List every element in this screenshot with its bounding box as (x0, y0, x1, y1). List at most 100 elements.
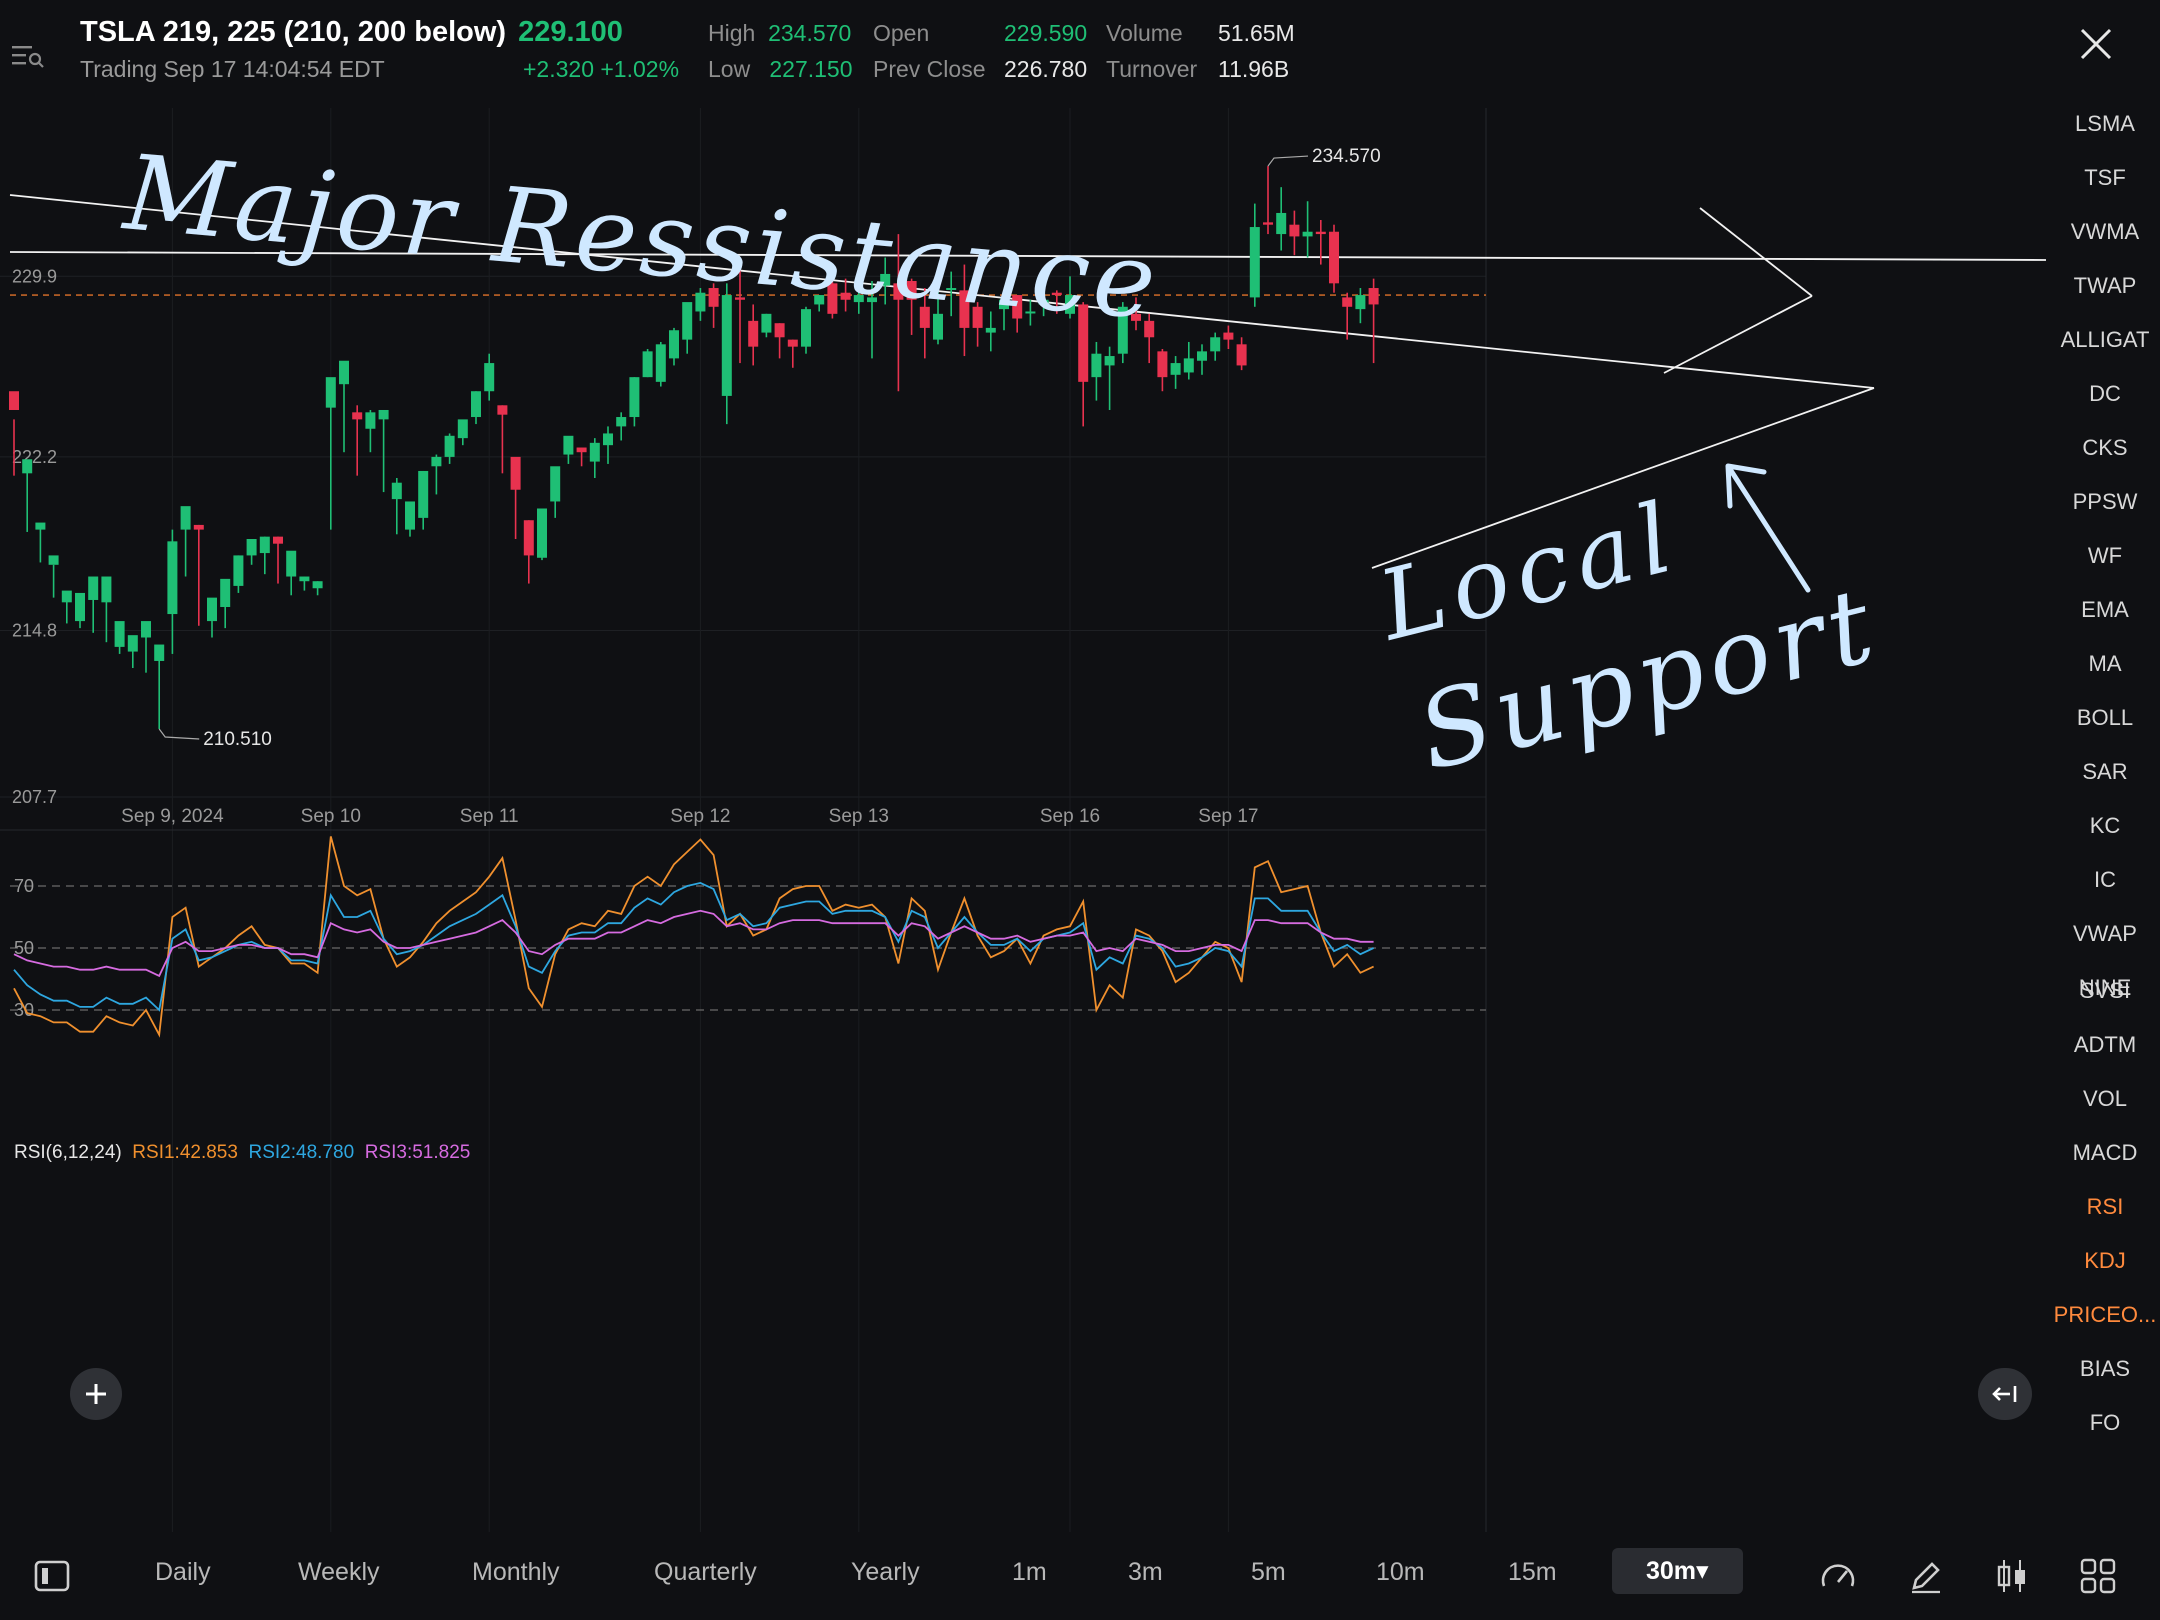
candle-body (1355, 295, 1366, 310)
candle (1157, 349, 1168, 392)
candle-body (1315, 231, 1326, 235)
candle (405, 501, 415, 537)
candle (431, 454, 442, 495)
candle-body (1276, 212, 1287, 235)
candle-body (1091, 353, 1102, 378)
indicator-sar[interactable]: SAR (2050, 759, 2160, 785)
indicator-rsi[interactable]: RSI (2050, 1194, 2160, 1220)
indicator-cks[interactable]: CKS (2050, 435, 2160, 461)
indicator-ema[interactable]: EMA (2050, 597, 2160, 623)
rsi-series-line-rsi2 (13, 881, 1374, 1012)
timeframe-30m[interactable]: 30m▾ (1612, 1548, 1743, 1594)
candle-body (114, 621, 125, 647)
price-tick-label: 222.2 (12, 447, 57, 467)
indicator-kdj[interactable]: KDJ (2050, 1248, 2160, 1274)
candle-body (418, 470, 429, 518)
candle (22, 459, 33, 532)
candle-body (431, 456, 442, 467)
indicator-lsma[interactable]: LSMA (2050, 111, 2160, 137)
timeframe-15m[interactable]: 15m (1508, 1558, 1557, 1587)
indicator-vwma[interactable]: VWMA (2050, 219, 2160, 245)
timeframe-yearly[interactable]: Yearly (851, 1558, 920, 1587)
candle (1329, 224, 1339, 293)
indicator-priceo[interactable]: PRICEO... (2050, 1302, 2160, 1328)
candle (642, 349, 653, 378)
candle (563, 435, 574, 464)
candle-body (75, 592, 85, 622)
timeframe-monthly[interactable]: Monthly (472, 1558, 560, 1587)
speedometer-icon[interactable] (1818, 1556, 1858, 1596)
candlestick-type-icon[interactable] (1992, 1556, 2032, 1596)
rsi-title: RSI(6,12,24) (14, 1142, 122, 1163)
indicator-boll[interactable]: BOLL (2050, 705, 2160, 731)
candle (1210, 332, 1221, 361)
candle (457, 419, 468, 446)
timeframe-3m[interactable]: 3m (1128, 1558, 1163, 1587)
indicator-sidebar: LSMA TSF VWMA TWAP ALLIGAT DC CKS PPSW WF EMA MA BO… (2050, 100, 2160, 1540)
candle-body (141, 621, 151, 638)
indicator-ma[interactable]: MA (2050, 651, 2160, 677)
stat-high: High 234.570 (708, 20, 852, 46)
low-price-label: 210.510 (203, 729, 272, 750)
timeframe-1m[interactable]: 1m (1012, 1558, 1047, 1587)
indicator-kc[interactable]: KC (2050, 813, 2160, 839)
timeframe-bar: Daily Weekly Monthly Quarterly Yearly 1m 3m 5m 1… (0, 1540, 2160, 1620)
candle-body (497, 405, 508, 415)
close-icon[interactable] (2076, 24, 2116, 64)
timeframe-5m[interactable]: 5m (1251, 1558, 1286, 1587)
indicator-vol[interactable]: VOL (2050, 1086, 2160, 1112)
indicator-tsf[interactable]: TSF (2050, 165, 2160, 191)
candle-body (1302, 231, 1313, 237)
candle-body (576, 447, 587, 453)
collapse-panel-button[interactable] (1978, 1368, 2032, 1420)
date-tick-label: Sep 16 (1040, 806, 1100, 827)
indicator-adtm[interactable]: ADTM (2050, 1032, 2160, 1058)
candle (748, 304, 759, 366)
indicator-bias[interactable]: BIAS (2050, 1356, 2160, 1382)
indicator-vwap[interactable]: VWAP (2050, 921, 2160, 947)
timeframe-10m[interactable]: 10m (1376, 1558, 1425, 1587)
candle-body (655, 344, 666, 382)
timeframe-quarterly[interactable]: Quarterly (654, 1558, 757, 1587)
candle-body (9, 391, 19, 410)
candle (1263, 166, 1273, 235)
indicator-dc[interactable]: DC (2050, 381, 2160, 407)
pencil-draw-icon[interactable] (1906, 1556, 1946, 1596)
candle (246, 538, 257, 565)
candle-body (669, 330, 679, 359)
rsi-tick-label: 70 (14, 876, 34, 896)
price-tick-label: 207.7 (12, 787, 57, 807)
timeframe-weekly[interactable]: Weekly (298, 1558, 380, 1587)
candle (497, 405, 508, 474)
candle-body (1368, 288, 1379, 305)
rsi-layer: 305070 (10, 836, 1486, 1038)
candle-body (1210, 337, 1221, 352)
candle-body (207, 597, 217, 622)
indicator-ic[interactable]: IC (2050, 867, 2160, 893)
indicator-fo[interactable]: FO (2050, 1410, 2160, 1436)
candle-body (1329, 231, 1339, 284)
candle-body (801, 309, 811, 347)
indicator-alligat[interactable]: ALLIGAT (2050, 327, 2160, 353)
add-drawing-button[interactable] (70, 1368, 122, 1420)
price-chart[interactable]: 237.8229.9222.2214.8207.7Sep 9, 2024Sep … (0, 108, 2050, 1540)
indicator-twap[interactable]: TWAP (2050, 273, 2160, 299)
symbol-name: TSLA 219, 225 (210, 200 below) (80, 16, 507, 48)
timeframe-daily[interactable]: Daily (155, 1558, 211, 1587)
candle (312, 581, 323, 596)
candle (484, 353, 495, 401)
menu-search-icon[interactable] (10, 40, 46, 72)
candle (339, 360, 349, 453)
candle-body (642, 351, 653, 378)
indicator-wf[interactable]: WF (2050, 543, 2160, 569)
stat-turnover-label: Turnover (1106, 56, 1198, 82)
candle (589, 438, 600, 479)
indicator-ppsw[interactable]: PPSW (2050, 489, 2160, 515)
candle-body (246, 538, 257, 556)
candle (1091, 341, 1102, 401)
grid-layout-icon[interactable] (2078, 1556, 2118, 1596)
indicator-svsi[interactable]: SVSI (2050, 978, 2160, 1004)
candle-body (1104, 356, 1115, 366)
indicator-macd[interactable]: MACD (2050, 1140, 2160, 1166)
sidebar-toggle-icon[interactable] (32, 1556, 72, 1596)
